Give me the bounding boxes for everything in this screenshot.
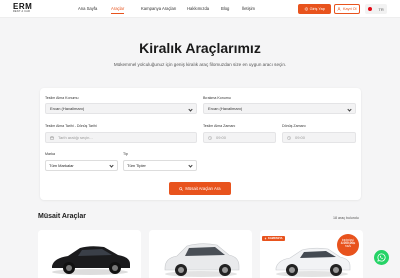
results-title: Müsait Araçlar — [38, 213, 86, 220]
type-value: Tüm Tipler — [127, 163, 146, 168]
discount-line-3: 'DEN — [345, 245, 351, 248]
pickup-time-input[interactable]: 09:00 — [203, 132, 276, 143]
pickup-location-value: Ercan (Havalimanı) — [50, 106, 85, 111]
brand-select[interactable]: Tüm Markalar — [45, 160, 118, 171]
bolt-icon — [264, 237, 267, 240]
register-button[interactable]: Kayıt Ol — [334, 4, 360, 14]
nav-cars[interactable]: Araçlar — [111, 6, 125, 14]
chevron-down-icon — [347, 106, 352, 112]
vehicle-card[interactable] — [149, 230, 252, 278]
campaign-badge: KAMPANYA — [262, 236, 285, 241]
pickup-location-label: Teslim Alma Konumu — [45, 96, 79, 100]
search-button-label: Müsait Araçları Ara — [185, 186, 221, 191]
pickup-time-label: Teslim Alma Zamanı — [203, 124, 236, 128]
results-count: 18 araç bulundu — [333, 216, 359, 220]
campaign-badge-label: KAMPANYA — [268, 237, 283, 240]
discount-badge: İNDİRİMLİ 4.000,00₺ 'DEN — [337, 234, 359, 256]
chevron-down-icon — [188, 163, 193, 168]
date-range-input[interactable]: Tarih aralığı seçin... — [45, 132, 197, 143]
language-selector[interactable]: TR — [365, 4, 387, 14]
turkey-flag-icon — [368, 7, 373, 11]
logo-subtext: RENT A CAR — [13, 10, 31, 13]
login-icon — [304, 7, 308, 11]
nav-campaign-cars[interactable]: Kampanya Araçları — [141, 6, 176, 11]
top-navbar: ERM RENT A CAR Ana Sayfa Araçlar Kampany… — [0, 0, 400, 18]
type-label: Tip — [123, 152, 128, 156]
vehicle-card[interactable] — [38, 230, 141, 278]
nav-contact[interactable]: İletişim — [242, 6, 255, 11]
page-subtitle: Mükemmel yolculuğunuz için geniş kiralık… — [113, 62, 287, 67]
nav-blog[interactable]: Blog — [221, 6, 229, 11]
dropoff-location-select[interactable]: Ercan (Havalimanı) — [203, 103, 356, 114]
nav-about[interactable]: Hakkımızda — [187, 6, 209, 11]
clock-icon — [208, 135, 212, 140]
clock-icon — [287, 135, 291, 140]
chevron-down-icon — [188, 106, 193, 112]
login-button[interactable]: Giriş Yap — [298, 4, 331, 14]
pickup-location-select[interactable]: Ercan (Havalimanı) — [45, 103, 197, 114]
brand-logo[interactable]: ERM RENT A CAR — [13, 3, 38, 14]
search-available-cars-button[interactable]: Müsait Araçları Ara — [169, 182, 231, 195]
type-select[interactable]: Tüm Tipler — [123, 160, 197, 171]
return-time-input[interactable]: 09:00 — [282, 132, 356, 143]
page-title: Kiralık Araçlarımız — [139, 40, 261, 56]
login-label: Giriş Yap — [309, 7, 325, 11]
pickup-time-value: 09:00 — [216, 135, 227, 140]
register-label: Kayıt Ol — [342, 7, 357, 11]
car-image — [149, 230, 252, 278]
calendar-icon — [50, 135, 54, 140]
whatsapp-icon — [377, 253, 386, 262]
brand-value: Tüm Markalar — [49, 163, 74, 168]
language-code: TR — [378, 6, 384, 12]
date-range-label: Teslim Alma Tarihi - Dönüş Tarihi — [45, 124, 97, 128]
brand-label: Marka — [45, 152, 55, 156]
dropoff-location-label: Bırakma Konumu — [203, 96, 231, 100]
date-range-placeholder: Tarih aralığı seçin... — [58, 135, 93, 140]
whatsapp-button[interactable] — [374, 250, 389, 265]
user-icon — [337, 7, 342, 11]
car-image — [38, 230, 141, 278]
return-time-label: Dönüş Zamanı — [282, 124, 306, 128]
dropoff-location-value: Ercan (Havalimanı) — [208, 106, 243, 111]
return-time-value: 09:00 — [295, 135, 306, 140]
chevron-down-icon — [109, 163, 114, 168]
search-icon — [179, 186, 184, 191]
nav-home[interactable]: Ana Sayfa — [78, 6, 97, 11]
